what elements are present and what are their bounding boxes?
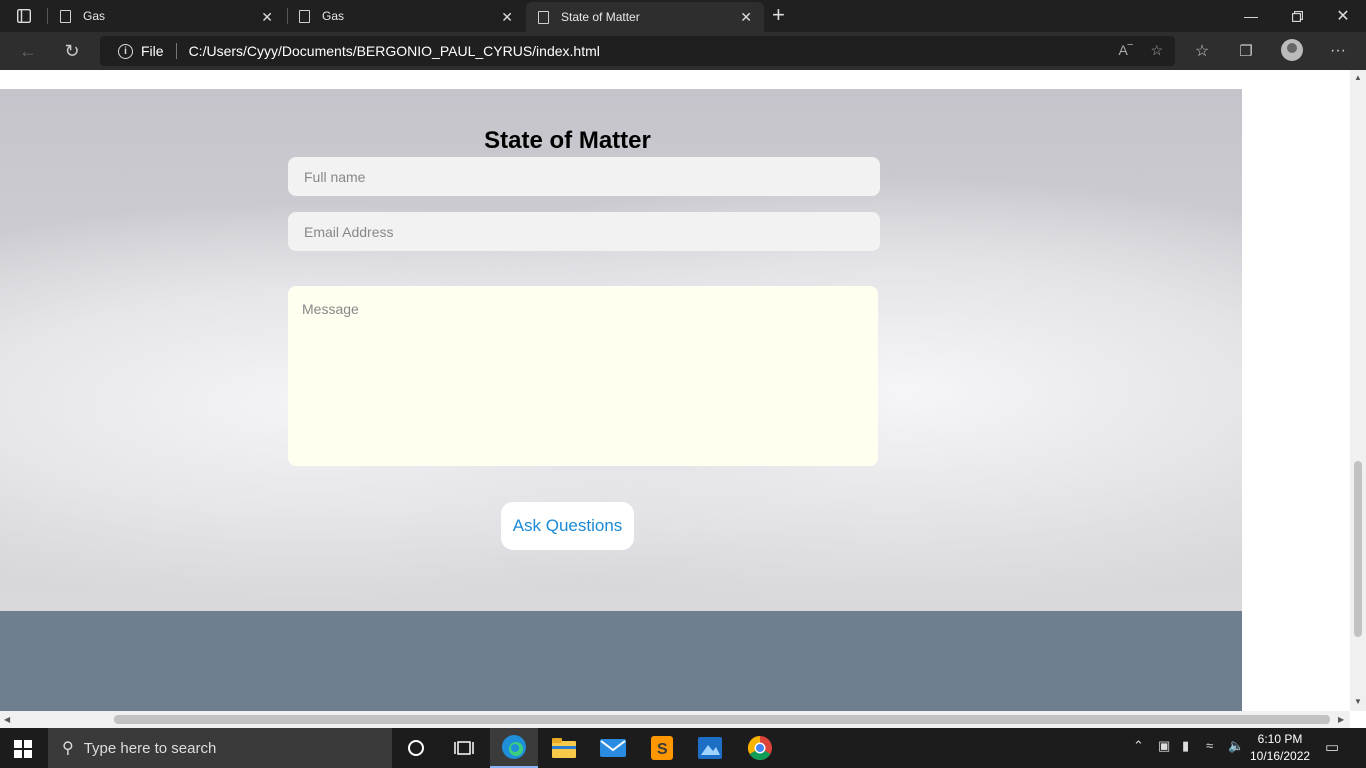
photos-icon[interactable] <box>686 728 734 768</box>
vertical-scrollbar[interactable]: ▲ ▼ <box>1350 70 1366 711</box>
collections-icon[interactable]: ❐ <box>1232 38 1260 64</box>
tab-title: Gas <box>83 9 106 23</box>
favorites-icon[interactable]: ☆ <box>1188 38 1216 64</box>
read-aloud-icon[interactable]: A‾ <box>1118 42 1132 59</box>
hidden-icons-icon[interactable]: ⌃ <box>1133 738 1144 754</box>
system-clock[interactable]: 6:10 PM 10/16/2022 <box>1250 731 1310 765</box>
sublime-text-icon[interactable]: S <box>638 728 686 768</box>
horizontal-scroll-thumb[interactable] <box>114 715 1330 724</box>
edge-icon[interactable] <box>490 728 538 768</box>
search-placeholder: Type here to search <box>83 739 217 757</box>
page-icon <box>299 9 310 23</box>
address-bar-actions: A‾ ☆ <box>1118 42 1163 59</box>
wifi-icon[interactable]: ≈ <box>1206 738 1213 753</box>
hero-background: State of Matter Ask Questions <box>0 89 1242 611</box>
minimize-icon[interactable]: — <box>1228 0 1274 32</box>
footer <box>0 611 1242 711</box>
horizontal-scrollbar[interactable]: ◀ ▶ <box>0 711 1350 728</box>
tab-state-of-matter[interactable]: State of Matter ✕ <box>526 2 764 32</box>
scroll-up-icon[interactable]: ▲ <box>1354 73 1362 82</box>
address-bar[interactable]: i File C:/Users/Cyyy/Documents/BERGONIO_… <box>100 36 1175 66</box>
scheme-label: File <box>141 43 164 59</box>
close-window-icon[interactable]: ✕ <box>1320 0 1366 32</box>
close-tab-icon[interactable]: ✕ <box>501 9 513 26</box>
browser-tab-bar: Gas ✕ Gas ✕ State of Matter ✕ + — ✕ <box>0 0 1366 32</box>
meet-now-icon[interactable]: ▣ <box>1158 738 1170 754</box>
windows-start-icon[interactable] <box>14 740 32 758</box>
browser-toolbar: ← ↻ i File C:/Users/Cyyy/Documents/BERGO… <box>0 32 1366 70</box>
chrome-icon[interactable] <box>736 728 784 768</box>
scroll-right-icon[interactable]: ▶ <box>1338 715 1344 724</box>
refresh-icon[interactable]: ↻ <box>58 38 86 64</box>
ask-questions-button[interactable]: Ask Questions <box>501 502 634 550</box>
tab-title: Gas <box>322 9 345 23</box>
close-tab-icon[interactable]: ✕ <box>740 9 752 26</box>
battery-icon[interactable]: ▮ <box>1182 738 1189 754</box>
info-icon[interactable]: i <box>118 43 133 59</box>
url-text[interactable]: C:/Users/Cyyy/Documents/BERGONIO_PAUL_CY… <box>189 43 600 59</box>
search-icon: ⚲ <box>62 740 74 757</box>
tab-title: State of Matter <box>561 10 640 24</box>
more-menu-icon[interactable]: ··· <box>1324 38 1352 64</box>
file-explorer-icon[interactable] <box>540 728 588 768</box>
page-viewport: State of Matter Ask Questions <box>0 70 1350 711</box>
full-name-input[interactable] <box>288 157 880 196</box>
cortana-icon[interactable] <box>392 728 440 768</box>
new-tab-icon[interactable]: + <box>772 4 785 26</box>
email-input[interactable] <box>288 212 880 251</box>
restore-icon[interactable] <box>1274 0 1320 32</box>
tab-actions-icon[interactable] <box>10 6 38 26</box>
task-view-icon[interactable] <box>440 728 488 768</box>
tab-gas-1[interactable]: Gas ✕ <box>48 0 285 32</box>
clock-date: 10/16/2022 <box>1250 749 1311 763</box>
back-arrow-icon[interactable]: ← <box>14 38 42 64</box>
notifications-icon[interactable]: ▭ <box>1325 738 1339 756</box>
tab-gas-2[interactable]: Gas ✕ <box>287 0 525 32</box>
scroll-down-icon[interactable]: ▼ <box>1354 697 1362 706</box>
svg-text:S: S <box>657 741 668 758</box>
windows-taskbar: ⚲ Type here to search S ⌃ ▣ ▮ ≈ 🔈 6:10 P… <box>0 728 1366 768</box>
url-divider <box>175 43 177 59</box>
vertical-scroll-thumb[interactable] <box>1354 461 1362 637</box>
page-title: State of Matter <box>484 127 651 154</box>
page-icon <box>538 10 549 24</box>
mail-icon[interactable] <box>589 728 637 768</box>
clock-time: 6:10 PM <box>1257 732 1303 746</box>
profile-avatar[interactable] <box>1281 39 1303 61</box>
message-textarea[interactable] <box>288 286 878 466</box>
taskbar-search[interactable]: ⚲ Type here to search <box>48 728 392 768</box>
page-icon <box>60 9 71 23</box>
add-favorite-icon[interactable]: ☆ <box>1150 42 1163 59</box>
scroll-left-icon[interactable]: ◀ <box>4 715 10 724</box>
volume-icon[interactable]: 🔈 <box>1228 738 1244 754</box>
close-tab-icon[interactable]: ✕ <box>261 9 273 26</box>
